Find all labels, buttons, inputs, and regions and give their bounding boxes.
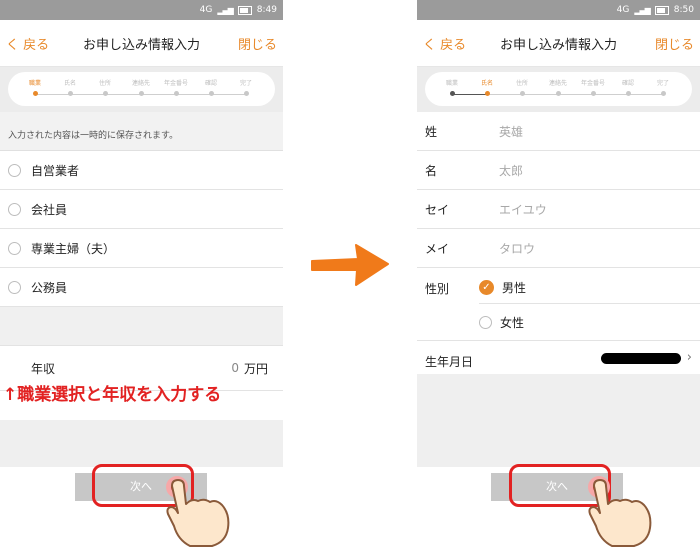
step-dot [67,91,73,96]
step-name: 氏名 [470,79,504,96]
progress-stepper: 職業 氏名 住所 連絡先 年金番号 確認 完了 [0,67,283,112]
step-address: 住所 [88,79,122,96]
battery-icon [237,5,252,15]
checkmark-icon[interactable]: ✓ [479,280,494,295]
network-indicator: 4G [199,5,213,15]
chevron-right-icon: › [686,350,692,365]
birthdate-field[interactable]: 生年月日 › [417,341,700,378]
step-complete: 完了 [229,79,263,96]
close-button[interactable]: 閉じる [238,34,277,53]
step-pension-number: 年金番号 [159,79,193,96]
back-button[interactable]: く 戻る [423,34,466,53]
gender-field: 性別 ✓ 男性 女性 [417,268,700,341]
redacted-value [601,353,681,364]
radio-button[interactable] [8,163,21,177]
occupation-option[interactable]: 公務員 [0,268,283,307]
first-name-input[interactable]: 太郎 [499,162,523,179]
birthdate-label: 生年月日 [425,355,474,369]
radio-button[interactable] [8,280,21,294]
occupation-option[interactable]: 自営業者 [0,151,283,190]
nav-bar: く 戻る お申し込み情報入力 閉じる [0,20,283,67]
step-occupation: 職業 [435,79,469,96]
radio-button[interactable] [8,202,21,216]
step-dot [555,91,561,96]
income-label: 年収 [31,361,56,376]
instruction-annotation: ↑職業選択と年収を入力する [3,385,222,405]
status-time: 8:50 [673,5,694,15]
signal-icon: ▂▄▆ [217,5,234,15]
first-name-kana-field[interactable]: メイ タロウ [417,229,700,268]
tap-hand-icon [166,476,230,547]
last-name-kana-field[interactable]: セイ エイユウ [417,190,700,229]
step-dot [243,91,249,96]
step-dot [625,91,631,96]
nav-bar: く 戻る お申し込み情報入力 閉じる [417,20,700,67]
gender-option-male[interactable]: ✓ 男性 [479,279,526,296]
battery-icon [654,5,669,15]
step-pension-number: 年金番号 [576,79,610,96]
step-contact: 連絡先 [124,79,158,96]
step-dot [173,91,179,96]
first-name-field[interactable]: 名太郎 [417,151,700,190]
progress-stepper: 職業 氏名 住所 連絡先 年金番号 確認 完了 [417,67,700,112]
back-button[interactable]: く 戻る [6,34,49,53]
last-name-input[interactable]: 英雄 [499,123,523,140]
step-dot [208,91,214,96]
step-occupation: 職業 [18,79,52,96]
step-contact: 連絡先 [541,79,575,96]
gender-label: 性別 [425,282,450,296]
right-phone-screen: 4G ▂▄▆ 8:50 く 戻る お申し込み情報入力 閉じる 職業 氏名 住所 … [417,0,700,547]
radio-button[interactable] [479,316,492,329]
close-button[interactable]: 閉じる [655,34,694,53]
step-dot [590,91,596,96]
signal-icon: ▂▄▆ [634,5,651,15]
step-confirm: 確認 [611,79,645,96]
status-time: 8:49 [256,5,277,15]
radio-button[interactable] [8,241,21,255]
transition-arrow-icon [311,244,389,286]
step-dot [32,91,38,96]
occupation-option[interactable]: 専業主婦（夫） [0,229,283,268]
step-dot [519,91,525,96]
step-dot [449,91,455,96]
step-name: 氏名 [53,79,87,96]
step-dot [102,91,108,96]
income-value[interactable]: 0 [231,361,239,375]
step-dot [138,91,144,96]
first-name-kana-input[interactable]: タロウ [499,240,535,257]
last-name-kana-input[interactable]: エイユウ [499,201,547,218]
occupation-option[interactable]: 会社員 [0,190,283,229]
status-bar: 4G ▂▄▆ 8:50 [417,0,700,20]
tap-hand-icon [588,476,652,547]
gender-option-female[interactable]: 女性 [479,314,524,331]
last-name-field[interactable]: 姓英雄 [417,112,700,151]
income-unit: 万円 [243,361,268,376]
step-confirm: 確認 [194,79,228,96]
step-complete: 完了 [646,79,680,96]
step-dot [660,91,666,96]
step-address: 住所 [505,79,539,96]
network-indicator: 4G [616,5,630,15]
left-phone-screen: 4G ▂▄▆ 8:49 く 戻る お申し込み情報入力 閉じる 職業 氏名 住所 … [0,0,283,547]
step-dot [484,91,490,96]
status-bar: 4G ▂▄▆ 8:49 [0,0,283,20]
save-notice: 入力された内容は一時的に保存されます。 [0,112,283,151]
